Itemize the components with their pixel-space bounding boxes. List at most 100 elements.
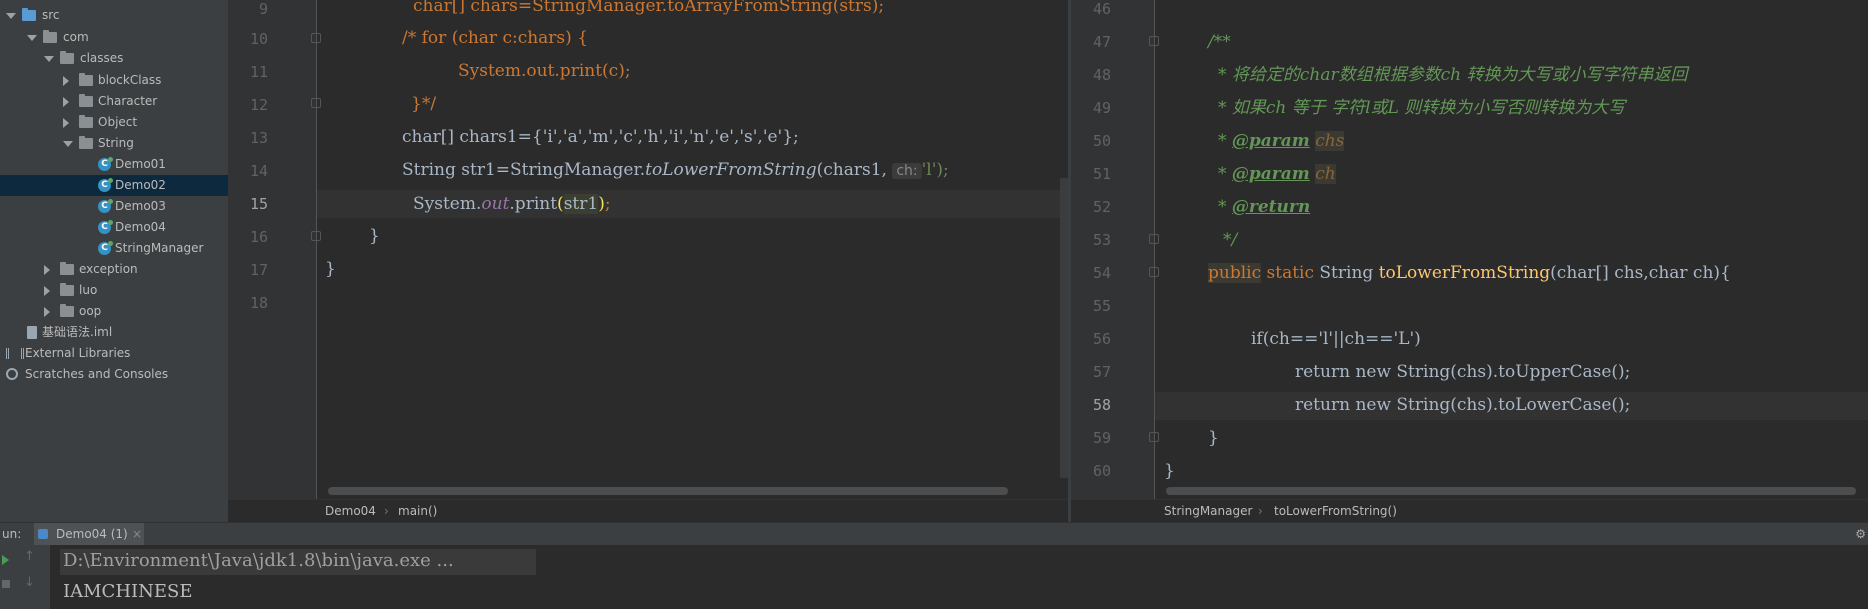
code-line-17: } <box>325 259 336 279</box>
package-icon <box>43 30 57 43</box>
chevron-right-icon[interactable] <box>63 97 69 107</box>
module-file-icon <box>27 326 37 339</box>
library-icon <box>6 348 24 359</box>
close-icon[interactable]: × <box>132 523 142 545</box>
run-tool-window-header: un: Demo04 (1) × ⚙ <box>0 522 1868 545</box>
gear-icon[interactable]: ⚙ <box>1855 523 1866 545</box>
code-line-16: } <box>369 226 380 246</box>
line-number: 55 <box>1092 297 1111 315</box>
chevron-right-icon[interactable] <box>63 76 69 86</box>
run-console[interactable]: ↑ ↓ D:\Environment\Java\jdk1.8\bin\java.… <box>0 545 1868 609</box>
line-number: 46 <box>1092 0 1111 18</box>
package-icon <box>79 94 93 107</box>
line-number: 60 <box>1092 462 1111 480</box>
code-line-48: * 将给定的char数组根据参数ch 转换为大写或小写字符串返回 <box>1218 65 1688 85</box>
package-icon <box>60 51 74 64</box>
line-number: 48 <box>1092 66 1111 84</box>
fold-marker-icon[interactable] <box>1149 432 1159 442</box>
code-line-60: } <box>1164 461 1175 481</box>
java-class-icon: C <box>98 241 113 255</box>
code-line-14: String str1=StringManager.toLowerFromStr… <box>402 160 949 180</box>
java-class-icon: C <box>98 157 113 171</box>
line-number-current: 58 <box>1092 396 1111 414</box>
line-number: 51 <box>1092 165 1111 183</box>
code-line-53: */ <box>1223 230 1238 250</box>
code-line-54: public static String toLowerFromString(c… <box>1208 263 1731 283</box>
line-number: 18 <box>249 294 268 312</box>
line-number: 16 <box>249 228 268 246</box>
source-folder-icon <box>22 8 36 21</box>
code-line-10: /* for (char c:chars) { <box>402 28 589 48</box>
breadcrumb-class[interactable]: Demo04 <box>325 500 376 523</box>
line-number: 12 <box>249 96 268 114</box>
line-number: 14 <box>249 162 268 180</box>
fold-marker-icon[interactable] <box>1149 267 1159 277</box>
up-arrow-icon[interactable]: ↑ <box>24 549 35 564</box>
stop-icon[interactable] <box>2 580 10 588</box>
code-line-56: if(ch=='l'||ch=='L') <box>1251 329 1421 349</box>
breadcrumb-class[interactable]: StringManager <box>1164 500 1252 523</box>
java-class-icon: C <box>98 199 113 213</box>
package-icon <box>79 73 93 86</box>
fold-marker-icon[interactable] <box>311 98 321 108</box>
fold-marker-icon[interactable] <box>1149 36 1159 46</box>
line-number: 49 <box>1092 99 1111 117</box>
line-number: 47 <box>1092 33 1111 51</box>
run-label: un: <box>2 527 22 541</box>
package-icon <box>60 262 74 275</box>
chevron-right-icon[interactable] <box>44 307 50 317</box>
chevron-right-icon[interactable] <box>44 265 50 275</box>
line-number: 13 <box>249 129 268 147</box>
code-line-13: char[] chars1={'i','a','m','c','h','i','… <box>402 127 799 147</box>
right-editor[interactable]: 46 47 48 49 50 51 52 53 54 55 56 57 58 5… <box>1071 0 1868 499</box>
code-line-52: * @return <box>1218 197 1311 217</box>
line-number: 57 <box>1092 363 1111 381</box>
run-tab[interactable]: Demo04 (1) × <box>34 523 144 545</box>
line-number: 50 <box>1092 132 1111 150</box>
code-line-57: return new String(chs).toUpperCase(); <box>1295 362 1631 382</box>
left-editor[interactable]: 9 10 11 12 13 14 15 16 17 18 char[] char… <box>228 0 1068 499</box>
fold-marker-icon[interactable] <box>311 231 321 241</box>
code-line-51: * @param ch <box>1218 164 1336 184</box>
console-line-output: IAMCHINESE <box>63 581 193 602</box>
run-config-icon <box>38 529 48 539</box>
code-line-47: /** <box>1208 32 1231 52</box>
chevron-right-icon[interactable] <box>63 118 69 128</box>
code-line-58: return new String(chs).toLowerCase(); <box>1295 395 1631 415</box>
line-number: 52 <box>1092 198 1111 216</box>
breadcrumb-method[interactable]: toLowerFromString() <box>1274 500 1397 523</box>
java-class-icon: C <box>98 178 113 192</box>
code-line-50: * @param chs <box>1218 131 1345 151</box>
rerun-icon[interactable] <box>2 555 9 565</box>
parameter-hint: ch: <box>892 163 922 179</box>
chevron-down-icon[interactable] <box>6 13 16 19</box>
chevron-down-icon[interactable] <box>63 141 73 147</box>
package-icon <box>60 283 74 296</box>
horizontal-scrollbar[interactable] <box>328 487 1008 495</box>
chevron-down-icon[interactable] <box>27 35 37 41</box>
code-line-49: * 如果ch 等于 字符l或L 则转换为小写否则转换为大写 <box>1218 98 1626 118</box>
package-icon <box>79 136 93 149</box>
line-number: 54 <box>1092 264 1111 282</box>
line-number: 11 <box>249 63 268 81</box>
console-toolbar: ↑ ↓ <box>0 545 50 609</box>
line-number: 10 <box>249 30 268 48</box>
down-arrow-icon[interactable]: ↓ <box>24 575 35 590</box>
console-line-command: D:\Environment\Java\jdk1.8\bin\java.exe … <box>63 550 454 571</box>
project-tree: src com classes blockClass Character Obj… <box>0 0 228 522</box>
chevron-down-icon[interactable] <box>44 56 54 62</box>
tree-item-demo02[interactable]: C Demo02 <box>0 175 228 196</box>
fold-marker-icon[interactable] <box>1149 234 1159 244</box>
line-number: 17 <box>249 261 268 279</box>
horizontal-scrollbar[interactable] <box>1166 487 1856 495</box>
fold-marker-icon[interactable] <box>311 33 321 43</box>
code-line-11: System.out.print(c); <box>458 61 631 81</box>
chevron-right-icon[interactable] <box>44 286 50 296</box>
vertical-scrollbar[interactable] <box>1060 178 1068 478</box>
code-line-15: System.out.print(str1); <box>413 194 611 214</box>
line-number: 56 <box>1092 330 1111 348</box>
line-number: 53 <box>1092 231 1111 249</box>
java-class-icon: C <box>98 220 113 234</box>
breadcrumb-method[interactable]: main() <box>398 500 437 523</box>
code-line-9: char[] chars=StringManager.toArrayFromSt… <box>413 0 885 16</box>
